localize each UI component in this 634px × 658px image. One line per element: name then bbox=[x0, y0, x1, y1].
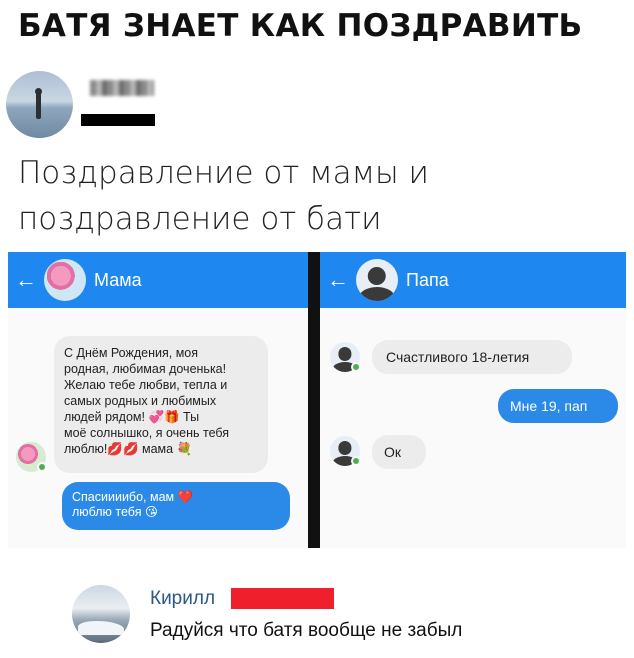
online-indicator bbox=[37, 462, 47, 472]
chat-screenshot-mom: ← Мама С Днём Рождения, моя родная, люби… bbox=[8, 252, 308, 548]
online-indicator bbox=[351, 362, 361, 372]
meme-title: БАТЯ ЗНАЕТ КАК ПОЗДРАВИТЬ bbox=[18, 8, 583, 44]
person-silhouette-icon bbox=[356, 259, 398, 301]
author-avatar[interactable] bbox=[6, 71, 73, 138]
commenter-avatar[interactable] bbox=[72, 585, 130, 643]
message-line: люблю тебя 😘 bbox=[72, 505, 158, 519]
post-text: Поздравление от мамы и поздравление от б… bbox=[18, 155, 429, 237]
message-line: людей рядом! 💞🎁 Ты bbox=[64, 410, 200, 424]
online-indicator bbox=[351, 456, 361, 466]
message-line: С Днём Рождения, моя bbox=[64, 346, 199, 360]
avatar-figure-body bbox=[36, 93, 41, 119]
outgoing-message: Мне 19, пап bbox=[498, 389, 618, 423]
arrow-left-icon[interactable]: ← bbox=[320, 267, 356, 293]
chat-screenshot-dad: ← Папа Счастливого 18-летия Мне 19, пап … bbox=[320, 252, 626, 548]
contact-name[interactable]: Папа bbox=[406, 270, 449, 291]
chat-header: ← Папа bbox=[320, 252, 626, 308]
redacted-commenter-surname bbox=[231, 588, 334, 609]
incoming-message: Счастливого 18-летия bbox=[372, 340, 572, 374]
commenter-name[interactable]: Кирилл bbox=[150, 588, 215, 610]
contact-avatar[interactable] bbox=[356, 259, 398, 301]
blurred-author-name bbox=[90, 80, 154, 96]
contact-name[interactable]: Мама bbox=[94, 270, 142, 291]
message-line: Спасиииибо, мам ❤️ bbox=[72, 490, 194, 504]
panel-divider bbox=[308, 252, 320, 548]
message-line: моё солнышко, я очень тебя bbox=[64, 426, 230, 440]
message-line: люблю!💋💋 мама 💐 bbox=[64, 442, 193, 456]
message-line: Желаю тебе любви, тепла и bbox=[64, 378, 228, 392]
redacted-author-name bbox=[81, 114, 155, 126]
message-line: родная, любимая доченька! bbox=[64, 362, 227, 376]
outgoing-message: Спасиииибо, мам ❤️ люблю тебя 😘 bbox=[62, 482, 290, 530]
arrow-left-icon[interactable]: ← bbox=[8, 267, 44, 293]
message-line: самых родных и любимых bbox=[64, 394, 217, 408]
contact-avatar[interactable] bbox=[44, 259, 86, 301]
incoming-message: С Днём Рождения, моя родная, любимая доч… bbox=[54, 336, 268, 473]
incoming-message: Ок bbox=[372, 435, 426, 469]
avatar-mountain-snow bbox=[78, 621, 124, 635]
comment-text: Радуйся что батя вообще не забыл bbox=[150, 620, 463, 641]
chat-header: ← Мама bbox=[8, 252, 308, 308]
